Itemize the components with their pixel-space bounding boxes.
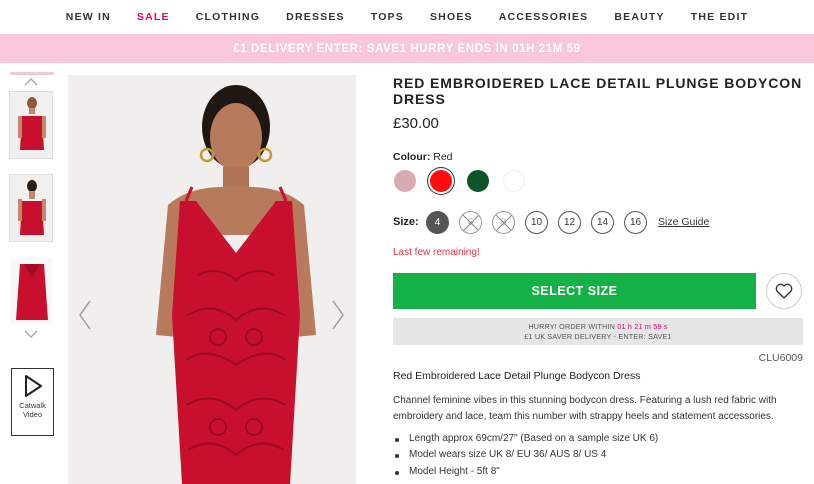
thumbnail-front[interactable] [9, 91, 53, 159]
product-details-list: Length approx 69cm/27" (Based on a sampl… [393, 431, 793, 480]
size-option-6[interactable]: 6 [459, 211, 482, 234]
thumbnail-back-image [10, 175, 52, 241]
thumbnail-front-image [10, 92, 52, 158]
chevron-down-icon[interactable] [24, 329, 38, 339]
thumbnail-back[interactable] [9, 174, 53, 242]
promo-text: £1 DELIVERY ENTER: SAVE1 HURRY ENDS IN 0… [233, 42, 581, 55]
list-item: Model Height - 5ft 8" [393, 464, 793, 480]
colour-label: Colour: [393, 151, 431, 163]
play-icon [24, 375, 42, 397]
product-info: RED EMBROIDERED LACE DETAIL PLUNGE BODYC… [393, 75, 803, 477]
nav-item-dresses[interactable]: DRESSES [273, 11, 358, 23]
thumbnail-detail[interactable] [9, 257, 53, 325]
stock-warning: Last few remaining! [393, 247, 480, 258]
size-option-14[interactable]: 14 [591, 211, 614, 234]
heart-icon [775, 283, 793, 299]
product-description: Channel feminine vibes in this stunning … [393, 395, 777, 422]
size-option-4[interactable]: 4 [426, 211, 449, 234]
nav-item-tops[interactable]: TOPS [358, 11, 417, 23]
colour-value: Red [433, 151, 453, 163]
nav-item-sale[interactable]: SALE [124, 11, 183, 23]
swatch-white[interactable] [503, 170, 525, 192]
hurry-text: HURRY! ORDER WITHIN [528, 322, 616, 331]
delivery-offer: £1 UK SAVER DELIVERY - ENTER: SAVE1 [524, 332, 672, 341]
promo-banner[interactable]: £1 DELIVERY ENTER: SAVE1 HURRY ENDS IN 0… [0, 34, 814, 63]
size-option-8[interactable]: 8 [492, 211, 515, 234]
thumbnail-partial[interactable] [10, 72, 54, 75]
chevron-up-icon[interactable] [24, 77, 38, 87]
previous-image-arrow-icon[interactable] [78, 300, 92, 330]
product-title: RED EMBROIDERED LACE DETAIL PLUNGE BODYC… [393, 75, 803, 107]
nav-item-the-edit[interactable]: THE EDIT [678, 11, 761, 23]
nav-item-clothing[interactable]: CLOTHING [183, 11, 273, 23]
next-image-arrow-icon[interactable] [331, 300, 345, 330]
size-selector: Size: 4 6 8 10 12 14 16 Size Guide [393, 211, 803, 235]
list-item: Model wears size UK 8/ EU 36/ AUS 8/ US … [393, 447, 793, 463]
nav-item-shoes[interactable]: SHOES [417, 11, 486, 23]
top-navigation: NEW IN SALE CLOTHING DRESSES TOPS SHOES … [0, 0, 814, 34]
size-label: Size: [393, 216, 419, 228]
nav-item-beauty[interactable]: BEAUTY [601, 11, 677, 23]
size-guide-link[interactable]: Size Guide [658, 216, 709, 228]
model-photo [68, 75, 356, 484]
colour-row: Colour: Red [393, 151, 453, 163]
size-option-16[interactable]: 16 [624, 211, 647, 234]
product-code: CLU6009 [758, 352, 803, 364]
size-option-12[interactable]: 12 [558, 211, 581, 234]
nav-item-new-in[interactable]: NEW IN [53, 11, 124, 23]
delivery-countdown: HURRY! ORDER WITHIN 01 h 21 m 59 s £1 UK… [393, 318, 803, 345]
swatch-pink[interactable] [394, 170, 416, 192]
size-option-10[interactable]: 10 [525, 211, 548, 234]
swatch-green[interactable] [467, 170, 489, 192]
list-item: Length approx 69cm/27" (Based on a sampl… [393, 431, 793, 447]
swatch-red[interactable] [430, 170, 452, 192]
select-size-button[interactable]: SELECT SIZE [393, 273, 756, 309]
description-title: Red Embroidered Lace Detail Plunge Bodyc… [393, 370, 641, 382]
wishlist-button[interactable] [766, 273, 802, 309]
countdown-time: 01 h 21 m 59 s [617, 322, 668, 331]
main-product-image[interactable] [68, 75, 356, 484]
catwalk-label: Catwalk Video [19, 401, 46, 419]
catwalk-video-button[interactable]: Catwalk Video [11, 368, 54, 436]
colour-swatches [393, 170, 593, 194]
thumbnail-detail-image [10, 258, 52, 324]
nav-item-accessories[interactable]: ACCESSORIES [486, 11, 602, 23]
thumbnail-gallery: Catwalk Video [8, 63, 56, 484]
product-price: £30.00 [393, 115, 439, 132]
